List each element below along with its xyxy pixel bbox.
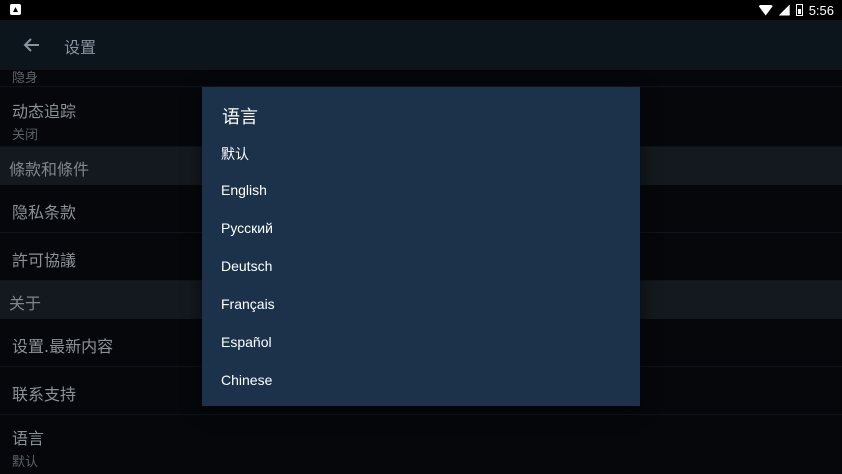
battery-icon (795, 4, 803, 16)
language-option-spanish[interactable]: Español (202, 324, 640, 362)
option-label: Русский (221, 220, 273, 236)
language-option-chinese[interactable]: Chinese (202, 362, 640, 400)
list-item-title: 语言 (12, 429, 45, 448)
notification-icon (10, 4, 21, 15)
status-bar: 5:56 (0, 0, 842, 20)
page-title: 设置 (64, 38, 97, 57)
wifi-icon (758, 4, 773, 16)
language-option-english[interactable]: English (202, 172, 640, 210)
language-option-french[interactable]: Français (202, 286, 640, 324)
section-label: 條款和條件 (9, 160, 90, 179)
option-label: English (221, 182, 267, 198)
list-item-subtitle: 隐身 (12, 71, 39, 86)
back-arrow-icon[interactable] (22, 35, 42, 55)
app-bar: 设置 (0, 20, 842, 70)
list-item-subtitle: 默认 (12, 455, 39, 470)
language-dialog: 语言 默认 English Русский Deutsch Français E… (202, 87, 640, 406)
list-item-incognito[interactable]: 隐身 (0, 70, 842, 87)
list-item-title: 设置.最新内容 (12, 337, 114, 356)
signal-icon (778, 4, 790, 16)
language-option-russian[interactable]: Русский (202, 210, 640, 248)
option-label: Chinese (221, 372, 273, 388)
status-indicators: 5:56 (758, 0, 834, 20)
list-item-title: 联系支持 (12, 385, 77, 404)
option-label: Español (221, 334, 272, 350)
option-label: 默认 (221, 146, 249, 162)
status-time: 5:56 (808, 2, 834, 18)
language-option-default[interactable]: 默认 (202, 134, 640, 172)
list-item-title: 許可協議 (12, 251, 77, 270)
language-option-german[interactable]: Deutsch (202, 248, 640, 286)
list-item-subtitle: 关闭 (12, 128, 39, 143)
dialog-title: 语言 (222, 107, 258, 128)
section-label: 关于 (9, 294, 42, 313)
option-label: Français (221, 296, 275, 312)
list-item-title: 隐私条款 (12, 203, 77, 222)
list-item-title: 动态追踪 (12, 102, 77, 121)
option-label: Deutsch (221, 258, 273, 274)
list-item-language[interactable]: 语言 默认 (0, 415, 842, 474)
